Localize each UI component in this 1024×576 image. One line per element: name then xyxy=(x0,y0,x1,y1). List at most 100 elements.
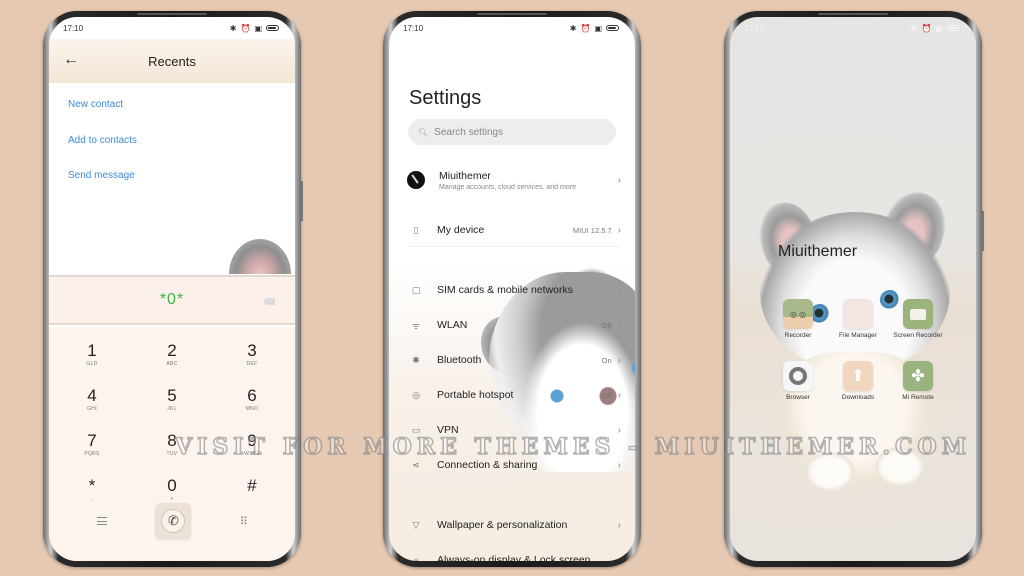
key-digit: 1 xyxy=(87,341,97,360)
settings-item-label: Wallpaper & personalization xyxy=(437,519,568,531)
key-digit: 4 xyxy=(87,386,97,405)
keypad: 1 GLD 2 ABC 3 DEF 4 GHI 5 JKL 6 MNO 7 PQRS 8 TUV 9 WXYZ *,… xyxy=(49,327,295,561)
bluetooth-icon: ✱ xyxy=(412,354,420,365)
battery-icon xyxy=(606,25,619,31)
keypad-key[interactable]: 3 DEF xyxy=(212,337,292,382)
new-contact-link[interactable]: New contact xyxy=(68,99,137,135)
dialer-header: ← Recents xyxy=(49,39,295,83)
status-bar: 17:10 ✱ ⏰ ▣ xyxy=(49,17,295,39)
key-letters: ABC xyxy=(166,361,178,367)
bluetooth-icon: ✱ xyxy=(229,23,237,33)
settings-item[interactable]: ⋖ Connection & sharing › xyxy=(389,450,635,480)
key-letters: WXYZ xyxy=(244,451,260,457)
volume-button xyxy=(301,181,303,221)
keypad-key[interactable]: 4 GHI xyxy=(52,382,132,427)
settings-item-value: Off xyxy=(601,390,612,400)
settings-item-label: SIM cards & mobile networks xyxy=(437,284,573,296)
settings-item-texts: Portable hotspot xyxy=(437,389,602,401)
lock-icon: 🔒︎ xyxy=(413,554,419,562)
app-shortcut[interactable]: Browser xyxy=(768,361,828,423)
settings-item[interactable]: ᯤ WLAN Off › xyxy=(389,310,635,340)
status-time: 17:10 xyxy=(744,23,765,33)
chevron-right-icon: › xyxy=(617,224,621,236)
settings-item-texts: SIM cards & mobile networks xyxy=(437,284,618,296)
phone-settings: 17:10 ✱ ⏰ ▣ Settings 🔍︎ Search settings … xyxy=(383,11,641,567)
chevron-right-icon: › xyxy=(617,389,621,401)
keypad-key[interactable]: 1 GLD xyxy=(52,337,132,382)
call-button[interactable]: ✆ xyxy=(155,503,192,539)
keypad-key[interactable]: 6 MNO xyxy=(212,382,292,427)
settings-item-texts: Always-on display & Lock screen xyxy=(437,554,618,561)
settings-item[interactable]: ▯ My device MIUI 12.5.7 › xyxy=(389,215,635,245)
settings-item-label: WLAN xyxy=(437,319,468,331)
phone-outline-icon: ▯ xyxy=(413,224,419,235)
keypad-key[interactable]: 5 JKL xyxy=(132,382,212,427)
key-digit: 2 xyxy=(167,341,177,360)
send-message-link[interactable]: Send message xyxy=(68,170,137,206)
avatar xyxy=(407,171,425,189)
app-label: File Manager xyxy=(839,332,877,339)
notification-icon: ▣ xyxy=(254,23,262,33)
volume-button xyxy=(982,211,984,251)
alarm-icon: ⏰ xyxy=(240,23,251,33)
dialer-screen: 17:10 ✱ ⏰ ▣ ← Recents New contact Add to… xyxy=(49,17,295,561)
settings-item[interactable]: ▭ VPN › xyxy=(389,415,635,445)
settings-item[interactable]: 🔒︎ Always-on display & Lock screen › xyxy=(389,545,635,561)
app-shortcut[interactable]: Recorder xyxy=(768,299,828,361)
key-grid: 1 GLD 2 ABC 3 DEF 4 GHI 5 JKL 6 MNO 7 PQRS 8 TUV 9 WXYZ *,… xyxy=(49,327,295,517)
app-shortcut[interactable]: Downloads xyxy=(828,361,888,423)
add-to-contacts-link[interactable]: Add to contacts xyxy=(68,135,137,171)
search-icon: 🔍︎ xyxy=(418,127,429,137)
settings-item-texts: Wallpaper & personalization xyxy=(437,519,618,531)
notification-icon: ▣ xyxy=(594,23,602,33)
settings-item-texts: Miuithemer Manage accounts, cloud service… xyxy=(439,170,618,191)
bluetooth-icon: ✱ xyxy=(910,23,918,33)
earpiece xyxy=(137,13,207,15)
settings-item[interactable]: ◎ Portable hotspot Off › xyxy=(389,380,635,410)
app-shortcut[interactable]: Mi Remote xyxy=(888,361,948,423)
keypad-key[interactable]: 8 TUV xyxy=(132,427,212,472)
settings-item-value: MIUI 12.5.7 xyxy=(572,225,612,235)
app-shortcut[interactable]: Screen Recorder xyxy=(888,299,948,361)
app-label: Mi Remote xyxy=(902,394,934,401)
keypad-key[interactable]: 9 WXYZ xyxy=(212,427,292,472)
key-digit: # xyxy=(247,476,257,495)
status-time: 17:10 xyxy=(403,23,424,33)
keypad-key[interactable]: 7 PQRS xyxy=(52,427,132,472)
app-label: Recorder xyxy=(784,332,812,339)
chevron-right-icon: › xyxy=(617,284,621,296)
chevron-right-icon: › xyxy=(617,354,621,366)
search-input[interactable]: 🔍︎ Search settings xyxy=(408,119,616,145)
key-digit: 0 xyxy=(167,476,177,495)
settings-item[interactable]: ✱ Bluetooth On › xyxy=(389,345,635,375)
status-bar: 17:10 ✱ ⏰ ▣ xyxy=(389,17,635,39)
settings-item[interactable]: ▢ SIM cards & mobile networks › xyxy=(389,275,635,305)
key-letters: MNO xyxy=(245,406,259,412)
chevron-right-icon: › xyxy=(617,459,621,471)
chevron-right-icon: › xyxy=(617,519,621,531)
home-screen: 17:10 ✱ ⏰ ▣ Miuithemer Recorder File Mana… xyxy=(730,17,976,561)
backspace-icon[interactable] xyxy=(263,298,275,305)
key-digit: 8 xyxy=(167,431,177,450)
sim-icon: ▢ xyxy=(411,284,421,295)
screen-recorder-icon xyxy=(903,299,933,329)
keypad-key[interactable]: 2 ABC xyxy=(132,337,212,382)
dialer-actions: New contact Add to contacts Send message xyxy=(68,99,137,206)
settings-item-texts: My device xyxy=(437,224,573,236)
menu-icon[interactable] xyxy=(97,517,108,525)
folder-title[interactable]: Miuithemer xyxy=(778,243,857,261)
settings-item[interactable]: ▽ Wallpaper & personalization › xyxy=(389,510,635,540)
key-digit: * xyxy=(88,476,96,495)
key-letters: GHI xyxy=(87,406,97,412)
page-title: Settings xyxy=(409,87,482,109)
battery-icon xyxy=(266,25,279,31)
file-manager-icon xyxy=(843,299,873,329)
status-time: 17:10 xyxy=(63,23,84,33)
settings-item[interactable]: Miuithemer Manage accounts, cloud service… xyxy=(389,165,635,195)
arrow-left-icon[interactable]: ← xyxy=(63,51,79,69)
app-shortcut[interactable]: File Manager xyxy=(828,299,888,361)
phone-dialer: 17:10 ✱ ⏰ ▣ ← Recents New contact Add to… xyxy=(43,11,303,567)
status-bar: 17:10 ✱ ⏰ ▣ xyxy=(730,17,976,39)
keypad-icon[interactable]: ⠿ xyxy=(240,515,248,528)
bluetooth-icon: ✱ xyxy=(569,23,577,33)
